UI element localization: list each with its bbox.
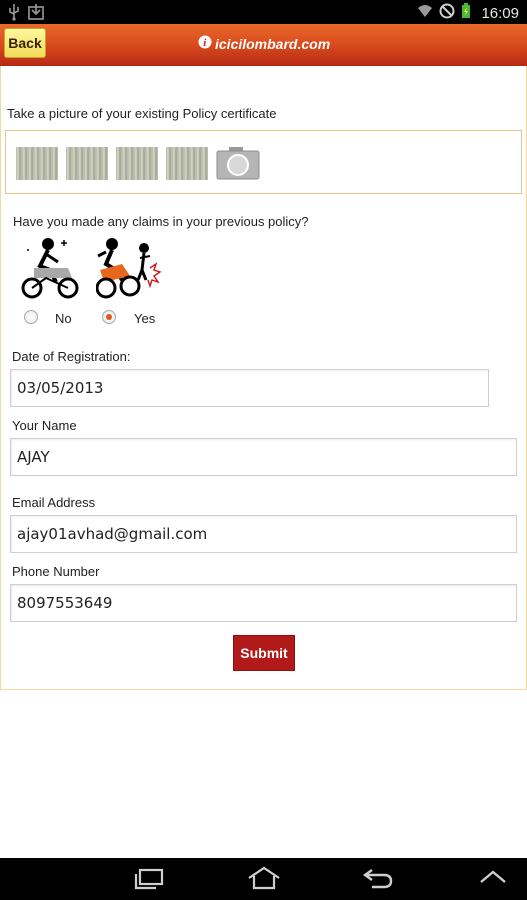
no-signal-icon — [439, 3, 455, 23]
back-button[interactable]: Back — [4, 28, 46, 58]
home-icon[interactable] — [247, 866, 281, 894]
download-icon — [28, 3, 44, 25]
app-header: Back i icicilombard.com — [0, 24, 527, 66]
email-label: Email Address — [12, 495, 96, 510]
status-bar: 16:09 — [0, 0, 527, 24]
recent-apps-icon[interactable] — [134, 866, 166, 894]
policy-photo-thumbnail[interactable] — [166, 147, 208, 180]
system-nav-bar — [0, 858, 527, 900]
policy-photo-prompt: Take a picture of your existing Policy c… — [7, 106, 277, 121]
menu-up-icon[interactable] — [478, 866, 508, 894]
name-label: Your Name — [12, 418, 77, 433]
brand-i-icon: i — [198, 34, 212, 54]
policy-photo-thumbnail[interactable] — [116, 147, 158, 180]
claims-yes-label: Yes — [134, 311, 156, 326]
registration-label: Date of Registration: — [12, 349, 131, 364]
phone-label: Phone Number — [12, 564, 100, 579]
safe-bike-icon[interactable] — [20, 236, 80, 304]
name-input[interactable]: AJAY — [10, 438, 517, 476]
email-input[interactable]: ajay01avhad@gmail.com — [10, 515, 517, 553]
claims-yes-radio[interactable] — [102, 310, 116, 324]
brand-logo: i icicilombard.com — [198, 34, 330, 54]
brand-name: icicilombard.com — [215, 36, 331, 52]
camera-icon[interactable] — [216, 145, 260, 181]
policy-photo-strip — [5, 130, 522, 194]
claims-question: Have you made any claims in your previou… — [13, 214, 309, 229]
policy-photo-thumbnail[interactable] — [16, 147, 58, 180]
claims-no-label: No — [55, 311, 72, 326]
claims-no-radio[interactable] — [24, 310, 38, 324]
submit-button[interactable]: Submit — [233, 635, 295, 671]
crash-bike-icon[interactable] — [95, 236, 162, 304]
status-time: 16:09 — [481, 4, 519, 22]
back-arrow-icon[interactable] — [362, 866, 394, 894]
usb-icon — [8, 3, 20, 25]
registration-date-input[interactable]: 03/05/2013 — [10, 369, 489, 407]
battery-icon — [461, 3, 471, 23]
phone-input[interactable]: 8097553649 — [10, 584, 517, 622]
policy-photo-thumbnail[interactable] — [66, 147, 108, 180]
wifi-icon — [417, 3, 433, 23]
